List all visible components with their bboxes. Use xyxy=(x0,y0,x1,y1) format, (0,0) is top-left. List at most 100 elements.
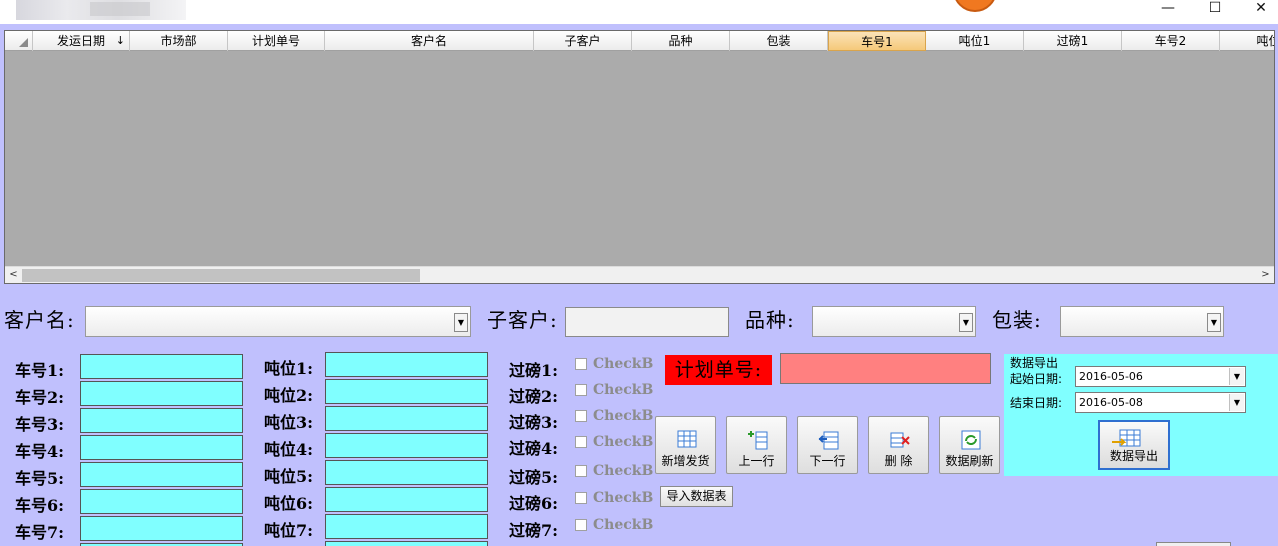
col-header[interactable]: 品种 xyxy=(632,31,730,51)
tonnage-input[interactable] xyxy=(325,541,488,546)
weighing-checkbox[interactable]: CheckB xyxy=(575,356,653,372)
checkbox-box[interactable] xyxy=(575,519,587,531)
weighing-label: 过磅2: xyxy=(509,387,559,406)
checkbox-label: CheckB xyxy=(593,517,654,533)
vehicle-input[interactable] xyxy=(80,435,243,460)
vehicle-label: 车号1: xyxy=(15,361,65,380)
export-data-label: 数据导出 xyxy=(1109,449,1158,463)
next-row-button[interactable]: 下一行 xyxy=(797,416,858,474)
checkbox-box[interactable] xyxy=(575,492,587,504)
col-header-selected[interactable]: 车号1 xyxy=(828,31,926,51)
subcustomer-input[interactable] xyxy=(565,307,729,337)
end-date-picker[interactable]: 2016-05-08 ▼ xyxy=(1075,392,1246,413)
tonnage-input[interactable] xyxy=(325,433,488,458)
close-button[interactable]: ✕ xyxy=(1239,0,1278,18)
vehicle-label: 车号7: xyxy=(15,523,65,542)
col-header[interactable]: 吨位 xyxy=(1220,31,1274,51)
col-header[interactable]: 吨位1 xyxy=(926,31,1024,51)
select-all-corner[interactable] xyxy=(5,31,33,51)
chevron-down-icon[interactable]: ▼ xyxy=(959,313,973,332)
vehicle-input[interactable] xyxy=(80,381,243,406)
col-header[interactable]: 包装 xyxy=(730,31,828,51)
chevron-down-icon[interactable]: ▼ xyxy=(1229,394,1244,411)
vehicle-label: 车号2: xyxy=(15,388,65,407)
weighing-checkbox[interactable]: CheckB xyxy=(575,408,653,424)
weighing-checkbox[interactable]: CheckB xyxy=(575,490,653,506)
add-shipment-label: 新增发货 xyxy=(661,454,710,468)
col-header[interactable]: 市场部 xyxy=(130,31,228,51)
scroll-right-icon[interactable]: > xyxy=(1257,267,1274,283)
checkbox-label: CheckB xyxy=(593,408,654,424)
refresh-label: 数据刷新 xyxy=(945,454,994,468)
export-data-button[interactable]: 数据导出 xyxy=(1098,420,1170,470)
weighing-label: 过磅1: xyxy=(509,361,559,380)
weighing-label: 过磅7: xyxy=(509,521,559,540)
start-date-picker[interactable]: 2016-05-06 ▼ xyxy=(1075,366,1246,387)
vehicle-input[interactable] xyxy=(80,489,243,514)
end-date-label: 结束日期: xyxy=(1010,396,1063,410)
tonnage-input[interactable] xyxy=(325,379,488,404)
weighing-checkbox[interactable]: CheckB xyxy=(575,517,653,533)
weighing-checkbox[interactable]: CheckB xyxy=(575,463,653,479)
vehicle-label: 车号4: xyxy=(15,442,65,461)
maximize-button[interactable]: ☐ xyxy=(1193,0,1237,18)
horizontal-scrollbar[interactable]: < > xyxy=(5,266,1274,283)
weighing-checkbox[interactable]: CheckB xyxy=(575,434,653,450)
checkbox-box[interactable] xyxy=(575,465,587,477)
tonnage-input[interactable] xyxy=(325,460,488,485)
add-shipment-button[interactable]: 新增发货 xyxy=(655,416,716,474)
vehicle-input[interactable] xyxy=(80,408,243,433)
col-header[interactable]: 过磅1 xyxy=(1024,31,1122,51)
tonnage-label: 吨位7: xyxy=(264,521,314,540)
chevron-down-icon[interactable]: ▼ xyxy=(1229,368,1244,385)
vehicle-input[interactable] xyxy=(80,516,243,541)
checkbox-box[interactable] xyxy=(575,436,587,448)
refresh-button[interactable]: 数据刷新 xyxy=(939,416,1000,474)
checkbox-box[interactable] xyxy=(575,358,587,370)
chevron-down-icon[interactable]: ▼ xyxy=(1207,313,1221,332)
customer-label: 客户名: xyxy=(4,308,75,332)
customer-combo[interactable]: ▼ xyxy=(85,306,471,337)
vehicle-input[interactable] xyxy=(80,462,243,487)
export-title: 数据导出 xyxy=(1010,356,1059,370)
checkbox-box[interactable] xyxy=(575,384,587,396)
sort-arrow-icon: ↓ xyxy=(115,34,125,47)
vehicle-label: 车号6: xyxy=(15,496,65,515)
col-header-label: 发运日期 xyxy=(56,34,105,48)
import-table-button[interactable]: 导入数据表 xyxy=(660,486,733,507)
tonnage-input[interactable] xyxy=(325,406,488,431)
end-date-value: 2016-05-08 xyxy=(1079,396,1143,409)
vehicle-input[interactable] xyxy=(80,354,243,379)
plan-number-input[interactable] xyxy=(780,353,991,384)
checkbox-label: CheckB xyxy=(593,463,654,479)
bottom-edge-control[interactable] xyxy=(1156,542,1231,546)
minimize-button[interactable]: — xyxy=(1146,0,1190,18)
col-header[interactable]: 客户名 xyxy=(325,31,534,51)
delete-row-icon xyxy=(890,432,910,448)
tonnage-label: 吨位4: xyxy=(264,440,314,459)
scroll-thumb[interactable] xyxy=(22,269,420,282)
title-bar: — ☐ ✕ xyxy=(0,0,1278,24)
col-header[interactable]: 计划单号 xyxy=(228,31,325,51)
package-combo[interactable]: ▼ xyxy=(1060,306,1224,337)
tonnage-input[interactable] xyxy=(325,487,488,512)
package-label: 包装: xyxy=(992,308,1042,332)
delete-button[interactable]: 删 除 xyxy=(868,416,929,474)
subcustomer-label: 子客户: xyxy=(487,308,558,332)
prev-row-label: 上一行 xyxy=(738,454,775,468)
checkbox-box[interactable] xyxy=(575,410,587,422)
scroll-left-icon[interactable]: < xyxy=(5,267,22,283)
next-row-label: 下一行 xyxy=(809,454,846,468)
prev-row-button[interactable]: 上一行 xyxy=(726,416,787,474)
variety-combo[interactable]: ▼ xyxy=(812,306,976,337)
col-header[interactable]: 发运日期 ↓ xyxy=(33,31,130,51)
tonnage-label: 吨位1: xyxy=(264,359,314,378)
weighing-checkbox[interactable]: CheckB xyxy=(575,382,653,398)
vehicle-label: 车号3: xyxy=(15,415,65,434)
data-grid[interactable]: 发运日期 ↓ 市场部 计划单号 客户名 子客户 品种 包装 车号1 吨位1 过磅1… xyxy=(4,30,1275,284)
tonnage-input[interactable] xyxy=(325,352,488,377)
col-header[interactable]: 车号2 xyxy=(1122,31,1220,51)
chevron-down-icon[interactable]: ▼ xyxy=(454,313,468,332)
tonnage-input[interactable] xyxy=(325,514,488,539)
col-header[interactable]: 子客户 xyxy=(534,31,632,51)
